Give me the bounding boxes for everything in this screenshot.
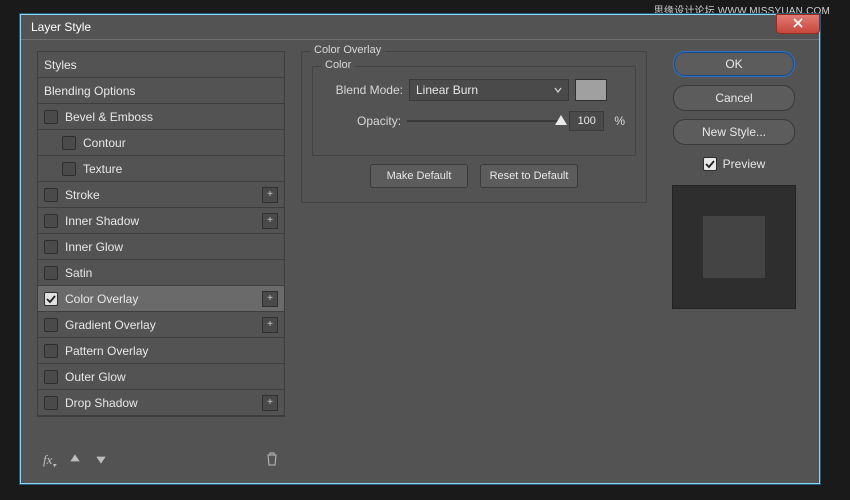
effect-checkbox[interactable]: [44, 370, 58, 384]
styles-header[interactable]: Styles: [38, 52, 284, 78]
preview-toggle[interactable]: Preview: [703, 157, 766, 171]
titlebar-title: Layer Style: [31, 20, 91, 34]
effect-row-stroke[interactable]: Stroke+: [38, 182, 284, 208]
effect-checkbox[interactable]: [62, 162, 76, 176]
make-default-button[interactable]: Make Default: [370, 164, 468, 188]
color-overlay-group: Color Overlay Color Blend Mode: Linear B…: [301, 51, 647, 203]
add-instance-button[interactable]: +: [262, 395, 278, 411]
dialog-actions: OK Cancel New Style... Preview: [663, 51, 805, 475]
effect-checkbox[interactable]: [62, 136, 76, 150]
effect-label: Pattern Overlay: [65, 344, 278, 358]
close-button[interactable]: [776, 14, 820, 34]
slider-thumb[interactable]: [555, 115, 567, 125]
opacity-label: Opacity:: [323, 114, 401, 128]
ok-button[interactable]: OK: [673, 51, 795, 77]
blend-mode-row: Blend Mode: Linear Burn: [323, 79, 625, 101]
effect-label: Color Overlay: [65, 292, 262, 306]
effect-row-gradient-overlay[interactable]: Gradient Overlay+: [38, 312, 284, 338]
effect-row-inner-glow[interactable]: Inner Glow: [38, 234, 284, 260]
opacity-row: Opacity: 100 %: [323, 111, 625, 131]
effect-label: Gradient Overlay: [65, 318, 262, 332]
blending-options[interactable]: Blending Options: [38, 78, 284, 104]
effect-checkbox[interactable]: [44, 344, 58, 358]
effect-row-drop-shadow[interactable]: Drop Shadow+: [38, 390, 284, 416]
effect-label: Bevel & Emboss: [65, 110, 278, 124]
styles-panel: Styles Blending Options Bevel & Emboss Co…: [37, 51, 285, 475]
effect-row-contour[interactable]: Contour: [38, 130, 284, 156]
opacity-slider[interactable]: [407, 113, 563, 129]
preview-inner: [703, 216, 765, 278]
styles-footer: fx▾: [37, 447, 285, 475]
color-group-title: Color: [321, 59, 355, 71]
effect-row-pattern-overlay[interactable]: Pattern Overlay: [38, 338, 284, 364]
move-down-icon[interactable]: [94, 452, 108, 470]
preview-box: [672, 185, 796, 309]
effect-checkbox[interactable]: [44, 292, 58, 306]
chevron-down-icon: [554, 83, 562, 97]
cancel-button[interactable]: Cancel: [673, 85, 795, 111]
effect-label: Stroke: [65, 188, 262, 202]
effect-label: Satin: [65, 266, 278, 280]
titlebar: Layer Style: [21, 15, 819, 40]
effect-label: Outer Glow: [65, 370, 278, 384]
styles-list: Styles Blending Options Bevel & Emboss Co…: [37, 51, 285, 417]
effect-row-inner-shadow[interactable]: Inner Shadow+: [38, 208, 284, 234]
group-title: Color Overlay: [310, 44, 385, 56]
blending-options-label: Blending Options: [44, 84, 278, 98]
opacity-input[interactable]: 100: [569, 111, 604, 131]
settings-panel: Color Overlay Color Blend Mode: Linear B…: [297, 51, 651, 475]
effect-label: Inner Shadow: [65, 214, 262, 228]
add-instance-button[interactable]: +: [262, 291, 278, 307]
add-instance-button[interactable]: +: [262, 187, 278, 203]
effect-label: Contour: [83, 136, 278, 150]
fx-menu-button[interactable]: fx▾: [43, 452, 56, 469]
effect-row-satin[interactable]: Satin: [38, 260, 284, 286]
preview-label: Preview: [723, 157, 766, 171]
close-icon: [793, 17, 803, 31]
preview-checkbox[interactable]: [703, 157, 717, 171]
effect-label: Texture: [83, 162, 278, 176]
overlay-color-swatch[interactable]: [575, 79, 607, 101]
slider-track: [407, 120, 563, 122]
effect-checkbox[interactable]: [44, 396, 58, 410]
move-up-icon[interactable]: [68, 452, 82, 470]
blend-mode-dropdown[interactable]: Linear Burn: [409, 79, 569, 101]
effect-checkbox[interactable]: [44, 266, 58, 280]
opacity-unit: %: [614, 114, 625, 128]
reset-default-button[interactable]: Reset to Default: [480, 164, 578, 188]
color-group: Color Blend Mode: Linear Burn Opacity:: [312, 66, 636, 156]
effect-row-texture[interactable]: Texture: [38, 156, 284, 182]
add-instance-button[interactable]: +: [262, 213, 278, 229]
effect-checkbox[interactable]: [44, 214, 58, 228]
layer-style-dialog: Layer Style Styles Blending Options Beve…: [20, 14, 820, 484]
blend-mode-label: Blend Mode:: [323, 83, 403, 97]
effect-label: Inner Glow: [65, 240, 278, 254]
effect-checkbox[interactable]: [44, 318, 58, 332]
blend-mode-value: Linear Burn: [416, 83, 478, 97]
styles-header-label: Styles: [44, 58, 278, 72]
effect-row-color-overlay[interactable]: Color Overlay+: [38, 286, 284, 312]
effect-checkbox[interactable]: [44, 240, 58, 254]
trash-icon[interactable]: [265, 452, 279, 470]
effect-checkbox[interactable]: [44, 188, 58, 202]
effect-label: Drop Shadow: [65, 396, 262, 410]
default-buttons: Make Default Reset to Default: [312, 164, 636, 188]
effect-checkbox[interactable]: [44, 110, 58, 124]
effect-row-outer-glow[interactable]: Outer Glow: [38, 364, 284, 390]
new-style-button[interactable]: New Style...: [673, 119, 795, 145]
effect-row-bevel-emboss[interactable]: Bevel & Emboss: [38, 104, 284, 130]
add-instance-button[interactable]: +: [262, 317, 278, 333]
